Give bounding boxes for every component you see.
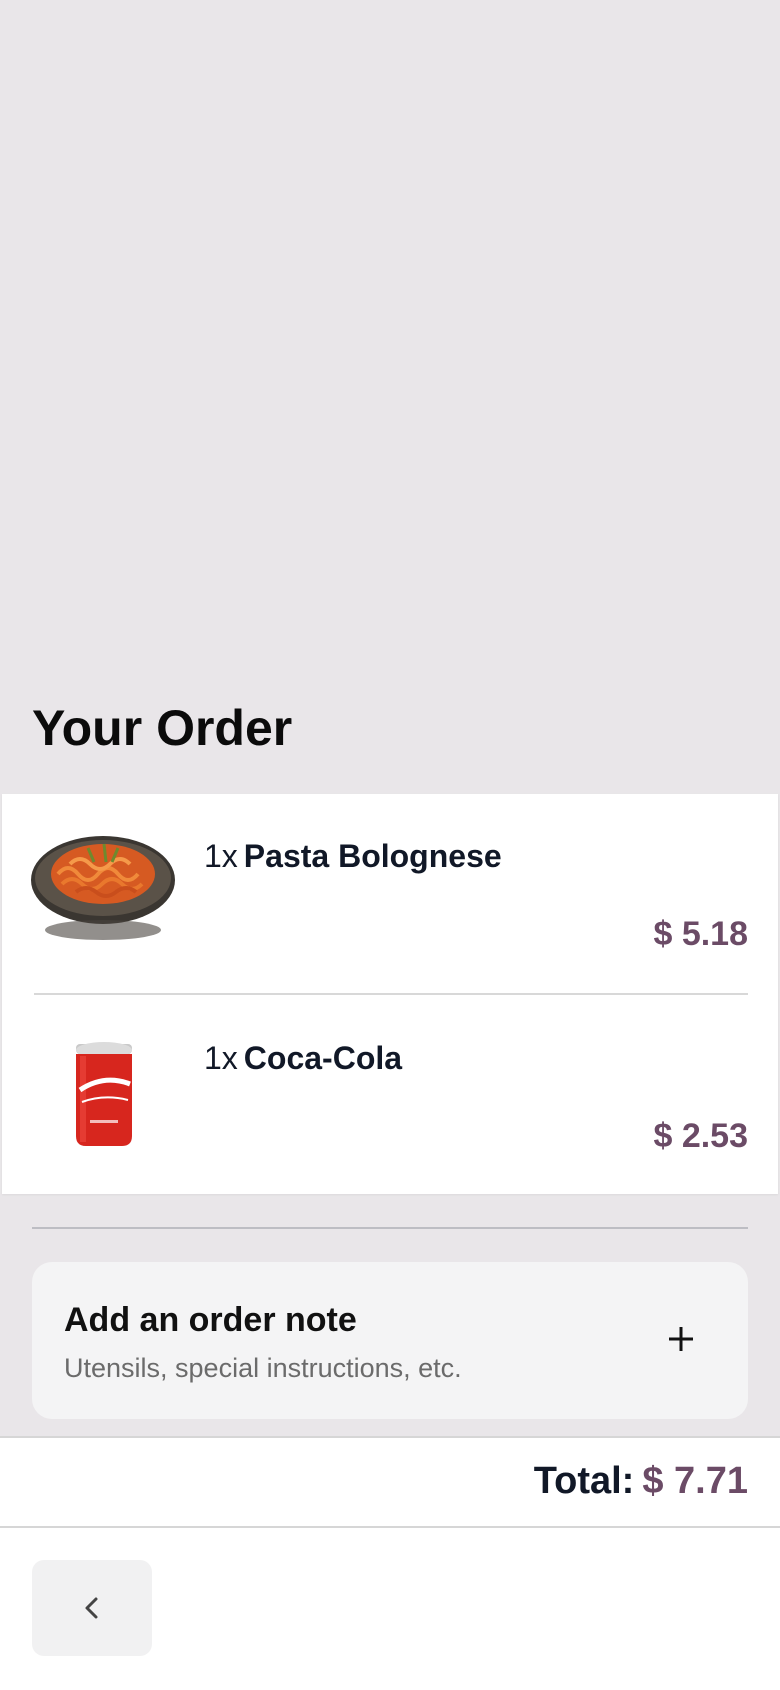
item-name: Coca-Cola xyxy=(243,1040,403,1076)
soda-can-image xyxy=(76,1042,132,1146)
item-price: $ 5.18 xyxy=(653,915,748,953)
note-title: Add an order note xyxy=(64,1301,357,1339)
total-value: $ 7.71 xyxy=(642,1460,748,1502)
order-item[interactable]: 1x Coca-Cola $ 2.53 xyxy=(2,996,778,1196)
item-quantity: 1x xyxy=(204,838,238,874)
pasta-bowl-image xyxy=(31,836,175,940)
section-divider xyxy=(32,1227,748,1229)
item-divider xyxy=(34,993,748,995)
item-name: Pasta Bolognese xyxy=(243,838,502,874)
order-item[interactable]: 1x Pasta Bolognese $ 5.18 xyxy=(2,794,778,995)
add-order-note-button[interactable]: Add an order note Utensils, special inst… xyxy=(32,1262,748,1419)
footer-divider xyxy=(0,1526,780,1528)
page-title: Your Order xyxy=(32,700,293,756)
total-label: Total: xyxy=(533,1460,635,1502)
item-quantity: 1x xyxy=(204,1040,238,1076)
item-title: 1x Pasta Bolognese xyxy=(204,834,502,878)
plus-icon[interactable] xyxy=(666,1324,696,1354)
item-title: 1x Coca-Cola xyxy=(204,1036,402,1080)
order-footer: Total: $ 7.71 xyxy=(0,1436,780,1690)
header-backdrop xyxy=(0,0,780,794)
note-subtitle: Utensils, special instructions, etc. xyxy=(64,1353,462,1383)
order-items-list: 1x Pasta Bolognese $ 5.18 1x Coca-Cola $ 2… xyxy=(2,794,778,1194)
back-button[interactable] xyxy=(32,1560,152,1656)
item-price: $ 2.53 xyxy=(653,1117,748,1155)
order-total: Total: $ 7.71 xyxy=(534,1456,748,1506)
chevron-left-icon xyxy=(85,1597,98,1619)
